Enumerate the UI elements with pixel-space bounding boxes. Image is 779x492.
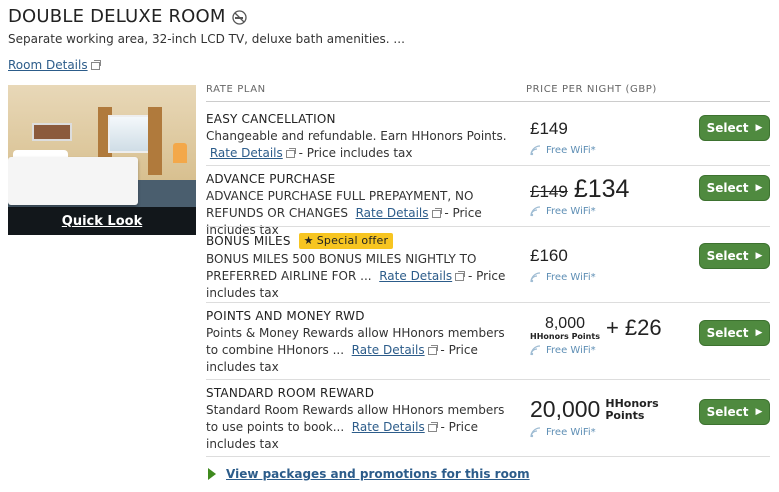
rate-description: Standard Room Rewards allow HHonors memb…	[206, 402, 518, 453]
room-photo[interactable]: Quick Look	[8, 85, 196, 235]
header-price-per-night: PRICE PER NIGHT (GBP)	[526, 84, 657, 95]
rate-row-bonus-miles: BONUS MILES ★ Special offer BONUS MILES 5…	[206, 233, 770, 302]
rate-title: BONUS MILES ★ Special offer	[206, 233, 770, 249]
select-label[interactable]: Select	[707, 181, 749, 195]
free-wifi: Free WiFi*	[530, 206, 629, 217]
rate-desc-tax: - Price includes tax	[294, 146, 413, 160]
rate-title: STANDARD ROOM REWARD	[206, 386, 375, 400]
select-label[interactable]: Select	[707, 121, 749, 135]
rate-details-link[interactable]: Rate Details	[379, 269, 452, 283]
price-cell: £149 £134 Free WiFi*	[530, 175, 629, 217]
external-link-icon	[427, 422, 438, 432]
external-link-icon	[431, 208, 442, 218]
packages-link-label[interactable]: View packages and promotions for this ro…	[226, 467, 530, 481]
price-cell: £160 Free WiFi*	[530, 246, 596, 283]
price-old: £149	[530, 182, 568, 201]
packages-link[interactable]: View packages and promotions for this ro…	[208, 467, 530, 481]
external-link-icon	[427, 345, 438, 355]
rate-row-points-and-money: POINTS AND MONEY RWD Points & Money Rewa…	[206, 309, 770, 376]
rate-description: BONUS MILES 500 BONUS MILES NIGHTLY TO P…	[206, 251, 518, 302]
points-value: 8,000	[544, 315, 585, 332]
chevron-right-icon: ▶	[755, 123, 763, 133]
free-wifi: Free WiFi*	[530, 345, 662, 356]
wifi-label: Free WiFi*	[546, 345, 596, 356]
select-button[interactable]: Select ▶	[699, 115, 770, 141]
points-label: HHonors Points	[530, 332, 600, 341]
rate-details-link[interactable]: Rate Details	[210, 146, 283, 160]
free-wifi: Free WiFi*	[530, 427, 659, 438]
select-button[interactable]: Select ▶	[699, 175, 770, 201]
room-title: DOUBLE DELUXE ROOM	[8, 6, 247, 27]
select-label[interactable]: Select	[707, 249, 749, 263]
room-details-link[interactable]: Room Details	[8, 58, 101, 72]
price: £134	[573, 175, 630, 203]
price: £149	[530, 119, 568, 138]
rate-details-link[interactable]: Rate Details	[352, 343, 425, 357]
special-offer-badge: ★ Special offer	[298, 233, 394, 249]
wifi-icon	[530, 427, 541, 438]
free-wifi: Free WiFi*	[530, 145, 596, 156]
rate-description: Changeable and refundable. Earn HHonors …	[206, 128, 518, 162]
select-button[interactable]: Select ▶	[699, 399, 770, 425]
chevron-right-icon: ▶	[755, 251, 763, 261]
room-description: Separate working area, 32-inch LCD TV, d…	[8, 32, 405, 46]
no-smoking-icon	[231, 9, 247, 25]
rate-description: ADVANCE PURCHASE FULL PREPAYMENT, NO REF…	[206, 188, 518, 239]
header-rate-plan: RATE PLAN	[206, 84, 266, 95]
rate-row-advance-purchase: ADVANCE PURCHASE ADVANCE PURCHASE FULL P…	[206, 172, 770, 239]
wifi-label: Free WiFi*	[546, 206, 596, 217]
price: £160	[530, 246, 568, 265]
price-cell: 8,000 HHonors Points + £26 Free WiFi*	[530, 315, 662, 356]
chevron-right-icon: ▶	[755, 328, 763, 338]
room-title-text: DOUBLE DELUXE ROOM	[8, 6, 226, 27]
chevron-right-icon: ▶	[755, 407, 763, 417]
points-label-line1: HHonors	[605, 396, 659, 410]
row-divider	[206, 226, 770, 227]
wifi-label: Free WiFi*	[546, 145, 596, 156]
row-divider	[206, 456, 770, 457]
external-link-icon	[285, 148, 296, 158]
rate-title: ADVANCE PURCHASE	[206, 172, 336, 186]
free-wifi: Free WiFi*	[530, 272, 596, 283]
room-details-label[interactable]: Room Details	[8, 58, 88, 72]
external-link-icon	[455, 271, 466, 281]
wifi-icon	[530, 206, 541, 217]
badge-label: Special offer	[316, 234, 389, 247]
points-label-line2: Points	[605, 408, 645, 422]
price-cell: £149 Free WiFi*	[530, 119, 596, 156]
rate-description: Points & Money Rewards allow HHonors mem…	[206, 325, 518, 376]
rate-title-text: BONUS MILES	[206, 234, 291, 248]
header-divider	[206, 101, 770, 102]
rate-title: POINTS AND MONEY RWD	[206, 309, 365, 323]
quick-look-overlay[interactable]: Quick Look	[8, 207, 196, 235]
rate-row-standard-room-reward: STANDARD ROOM REWARD Standard Room Rewar…	[206, 386, 770, 453]
quick-look-link[interactable]: Quick Look	[62, 214, 142, 229]
play-arrow-icon	[208, 468, 216, 480]
select-label[interactable]: Select	[707, 405, 749, 419]
external-link-icon	[90, 60, 101, 70]
select-button[interactable]: Select ▶	[699, 243, 770, 269]
wifi-icon	[530, 145, 541, 156]
rate-details-link[interactable]: Rate Details	[352, 420, 425, 434]
price-cell: 20,000 HHonors Points Free WiFi*	[530, 396, 659, 438]
wifi-label: Free WiFi*	[546, 427, 596, 438]
rate-desc-text: Changeable and refundable. Earn HHonors …	[206, 129, 507, 143]
row-divider	[206, 379, 770, 380]
select-button[interactable]: Select ▶	[699, 320, 770, 346]
row-divider	[206, 165, 770, 166]
wifi-icon	[530, 272, 541, 283]
select-label[interactable]: Select	[707, 326, 749, 340]
price-plus: + £26	[605, 315, 662, 340]
rate-title: EASY CANCELLATION	[206, 112, 336, 126]
wifi-label: Free WiFi*	[546, 272, 596, 283]
rate-details-link[interactable]: Rate Details	[356, 206, 429, 220]
rate-row-easy-cancellation: EASY CANCELLATION Changeable and refunda…	[206, 112, 770, 162]
row-divider	[206, 302, 770, 303]
chevron-right-icon: ▶	[755, 183, 763, 193]
star-icon: ★	[303, 234, 314, 247]
points-value: 20,000	[530, 396, 601, 422]
wifi-icon	[530, 345, 541, 356]
